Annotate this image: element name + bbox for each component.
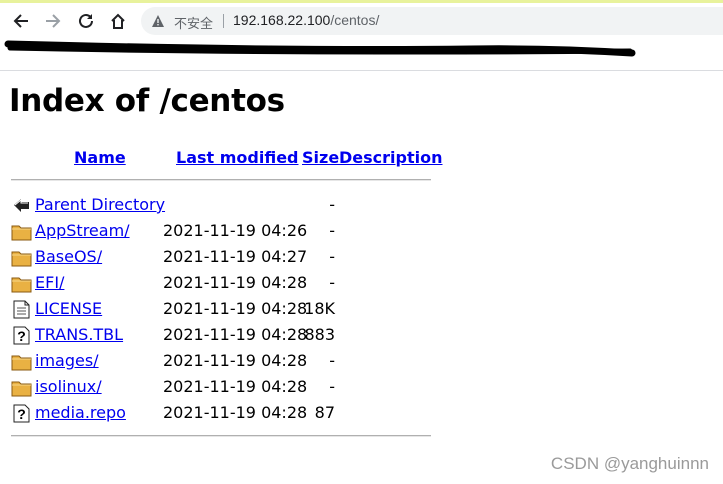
last-modified: 2021-11-19 04:28: [163, 377, 308, 396]
last-modified: 2021-11-19 04:28: [163, 325, 308, 344]
arrow-left-icon: [13, 14, 28, 28]
column-header-last-modified[interactable]: Last modified: [176, 148, 299, 167]
reload-icon: [79, 13, 93, 28]
last-modified: 2021-11-19 04:28: [163, 351, 308, 370]
redaction-scribble: [4, 40, 636, 57]
file-link[interactable]: images/: [35, 351, 99, 370]
header-divider: [11, 179, 431, 181]
last-modified: 2021-11-19 04:28: [163, 403, 308, 422]
folder-icon[interactable]: [11, 248, 32, 267]
folder-icon[interactable]: [11, 378, 32, 397]
forward-button[interactable]: [42, 10, 64, 32]
file-row: Parent Directory -: [11, 194, 431, 216]
file-link[interactable]: EFI/: [35, 273, 64, 292]
last-modified: 2021-11-19 04:27: [163, 247, 308, 266]
last-modified: 2021-11-19 04:28: [163, 273, 308, 292]
address-bar[interactable]: 不安全 192.168.22.100/centos/: [141, 7, 723, 35]
file-size: 18K: [304, 299, 335, 318]
browser-toolbar: 不安全 192.168.22.100/centos/: [0, 3, 723, 39]
file-link[interactable]: AppStream/: [35, 221, 130, 240]
file-link[interactable]: LICENSE: [35, 299, 102, 318]
folder-icon[interactable]: [11, 222, 32, 241]
file-size: -: [329, 377, 335, 396]
home-button[interactable]: [107, 10, 129, 32]
footer-divider: [11, 435, 431, 437]
file-size: 883: [304, 325, 335, 344]
file-row: isolinux/2021-11-19 04:28 -: [11, 376, 431, 398]
file-row: ? TRANS.TBL 2021-11-19 04:28 883: [11, 324, 431, 346]
file-size: 87: [314, 403, 335, 422]
file-link[interactable]: BaseOS/: [35, 247, 102, 266]
file-size: -: [329, 273, 335, 292]
file-size: -: [329, 351, 335, 370]
file-link[interactable]: isolinux/: [35, 377, 102, 396]
unknown-file-icon[interactable]: ?: [11, 326, 32, 345]
column-header-name[interactable]: Name: [74, 148, 126, 167]
svg-text:?: ?: [17, 406, 26, 422]
back-arrow-icon[interactable]: [11, 196, 32, 215]
url-path: /centos/: [330, 12, 380, 28]
file-row: BaseOS/2021-11-19 04:27 -: [11, 246, 431, 268]
back-button[interactable]: [10, 10, 32, 32]
url-host: 192.168.22.100: [233, 12, 331, 28]
file-size: -: [329, 221, 335, 240]
watermark: CSDN @yanghuinnn: [550, 454, 709, 473]
file-row: LICENSE 2021-11-19 04:28 18K: [11, 298, 431, 320]
warning-triangle-icon[interactable]: [151, 14, 165, 28]
column-header-description[interactable]: Description: [339, 148, 442, 167]
last-modified: 2021-11-19 04:26: [163, 221, 308, 240]
file-size: -: [329, 247, 335, 266]
page-title: Index of /centos: [9, 83, 285, 119]
home-icon: [111, 13, 125, 29]
unknown-file-icon[interactable]: ?: [11, 404, 32, 423]
text-file-icon[interactable]: [11, 300, 32, 319]
file-row: AppStream/2021-11-19 04:26 -: [11, 220, 431, 242]
arrow-right-icon: [46, 14, 61, 28]
column-header-size[interactable]: Size: [302, 148, 339, 167]
folder-icon[interactable]: [11, 274, 32, 293]
file-size: -: [329, 195, 335, 214]
file-row: images/2021-11-19 04:28 -: [11, 350, 431, 372]
file-link[interactable]: Parent Directory: [35, 195, 165, 214]
url-text[interactable]: 192.168.22.100/centos/: [233, 12, 379, 28]
folder-icon[interactable]: [11, 352, 32, 371]
file-link[interactable]: media.repo: [35, 403, 126, 422]
bookmarks-bar: [0, 39, 723, 71]
address-separator: [223, 14, 224, 28]
last-modified: 2021-11-19 04:28: [163, 299, 308, 318]
reload-button[interactable]: [75, 10, 97, 32]
file-row: ? media.repo 2021-11-19 04:28 87: [11, 402, 431, 424]
file-row: EFI/2021-11-19 04:28 -: [11, 272, 431, 294]
svg-text:?: ?: [17, 328, 26, 344]
not-secure-label[interactable]: 不安全: [174, 13, 213, 32]
file-link[interactable]: TRANS.TBL: [35, 325, 123, 344]
